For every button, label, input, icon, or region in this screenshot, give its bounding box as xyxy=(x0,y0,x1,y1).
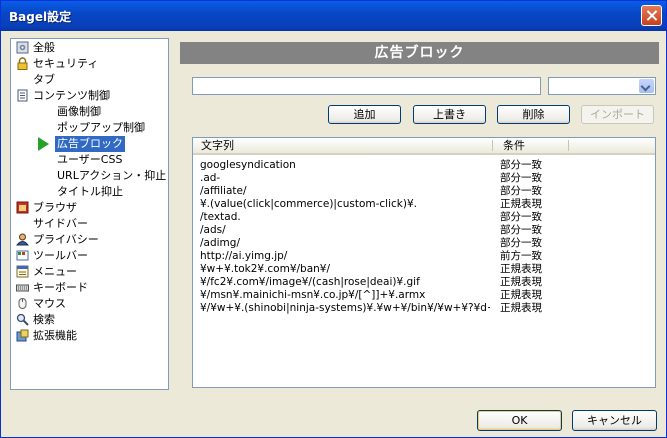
settings-dialog: Bagel設定 全般 セキュリティ タブ コンテンツ制御 画像制御 ポップアップ… xyxy=(0,0,667,438)
pattern-cell: http://ai.yimg.jp/ xyxy=(200,250,288,262)
tree-item-label: ツールバー xyxy=(33,249,88,262)
column-header-condition[interactable]: 条件 xyxy=(503,138,525,153)
condition-cell: 部分一致 xyxy=(500,159,542,171)
tree-item-label: マウス xyxy=(33,297,66,310)
pattern-cell: /affiliate/ xyxy=(200,185,247,197)
tree-item-label: 全般 xyxy=(33,41,55,54)
pattern-cell: /ads/ xyxy=(200,224,226,236)
condition-cell: 部分一致 xyxy=(500,172,542,184)
keyboard-icon xyxy=(16,284,29,292)
tree-item-label: タブ xyxy=(33,73,55,86)
pattern-cell: ¥.(value(click|commerce)|custom-click)¥. xyxy=(200,198,417,210)
add-button[interactable]: 追加 xyxy=(328,105,401,124)
title-bar[interactable]: Bagel設定 xyxy=(1,1,666,31)
settings-tree: 全般 セキュリティ タブ コンテンツ制御 画像制御 ポップアップ制御 広告ブロッ… xyxy=(10,38,169,390)
condition-select[interactable] xyxy=(548,77,656,95)
tree-item-label: メニュー xyxy=(33,265,77,278)
tree-item-label: 検索 xyxy=(33,313,55,326)
cancel-button[interactable]: キャンセル xyxy=(572,410,657,431)
search-icon xyxy=(16,313,29,326)
condition-cell: 正規表現 xyxy=(500,302,542,314)
tree-item-label: ユーザーCSS xyxy=(57,153,123,166)
lock-icon xyxy=(17,57,28,70)
pattern-cell: ¥/msn¥.mainichi-msn¥.co.jp¥/[^]]+¥.armx xyxy=(200,289,426,301)
toolbar-icon xyxy=(16,250,29,261)
column-divider[interactable] xyxy=(492,140,493,151)
tree-item-label: 画像制御 xyxy=(57,105,101,118)
pattern-cell: ¥w+¥.tok2¥.com¥/ban¥/ xyxy=(200,263,331,275)
browser-icon xyxy=(16,201,29,214)
window-title: Bagel設定 xyxy=(9,10,72,24)
tree-item-label: プライバシー xyxy=(33,233,99,246)
panel-title: 広告ブロック xyxy=(180,42,659,64)
document-icon xyxy=(17,89,28,102)
ok-button[interactable]: OK xyxy=(477,410,562,431)
pattern-cell: googlesyndication xyxy=(200,159,296,171)
import-button[interactable]: インポート xyxy=(581,105,654,124)
tree-item-label: タイトル抑止 xyxy=(57,185,123,198)
arrow-icon xyxy=(38,137,49,151)
pattern-cell: ¥/¥w+¥.(shinobi|ninja-systems)¥.¥w+¥/bin… xyxy=(200,302,490,314)
condition-cell: 正規表現 xyxy=(500,276,542,288)
tree-item-label: 拡張機能 xyxy=(33,329,77,342)
tree-item-label: セキュリティ xyxy=(33,57,99,70)
gear-icon xyxy=(16,41,29,54)
pattern-cell: /textad. xyxy=(200,211,241,223)
condition-cell: 正規表現 xyxy=(500,263,542,275)
condition-cell: 部分一致 xyxy=(500,185,542,197)
pattern-cell: .ad- xyxy=(200,172,221,184)
overwrite-button[interactable]: 上書き xyxy=(413,105,486,124)
column-divider[interactable] xyxy=(568,140,569,151)
condition-cell: 部分一致 xyxy=(500,211,542,223)
condition-cell: 正規表現 xyxy=(500,198,542,210)
tree-item-label: ブラウザ xyxy=(33,201,77,214)
tree-item-label: キーボード xyxy=(33,281,88,294)
delete-button[interactable]: 削除 xyxy=(497,105,570,124)
condition-cell: 前方一致 xyxy=(500,250,542,262)
mouse-icon xyxy=(18,298,27,309)
pattern-cell: ¥/fc2¥.com¥/image¥/(cash|rose|deai)¥.gif xyxy=(200,276,420,288)
tree-item-label: URLアクション・抑止 xyxy=(57,169,167,182)
list-header: 文字列 条件 xyxy=(193,138,655,155)
condition-cell: 部分一致 xyxy=(500,237,542,249)
user-icon xyxy=(16,233,29,246)
tree-item-label: サイドバー xyxy=(33,217,88,230)
tree-item-label: ポップアップ制御 xyxy=(57,121,145,134)
extension-icon xyxy=(16,329,29,342)
tree-item-label: 広告ブロック xyxy=(55,136,125,152)
condition-cell: 正規表現 xyxy=(500,289,542,301)
menu-icon xyxy=(16,265,29,278)
pattern-input[interactable] xyxy=(192,77,541,95)
tree-item-label: コンテンツ制御 xyxy=(33,89,110,102)
ad-block-list[interactable]: 文字列 条件 googlesyndication 部分一致 .ad- 部分一致 … xyxy=(192,137,656,388)
condition-cell: 部分一致 xyxy=(500,224,542,236)
close-button[interactable] xyxy=(641,5,662,26)
chevron-down-icon[interactable] xyxy=(639,79,654,93)
column-header-pattern[interactable]: 文字列 xyxy=(201,138,234,153)
pattern-cell: /adimg/ xyxy=(200,237,240,249)
